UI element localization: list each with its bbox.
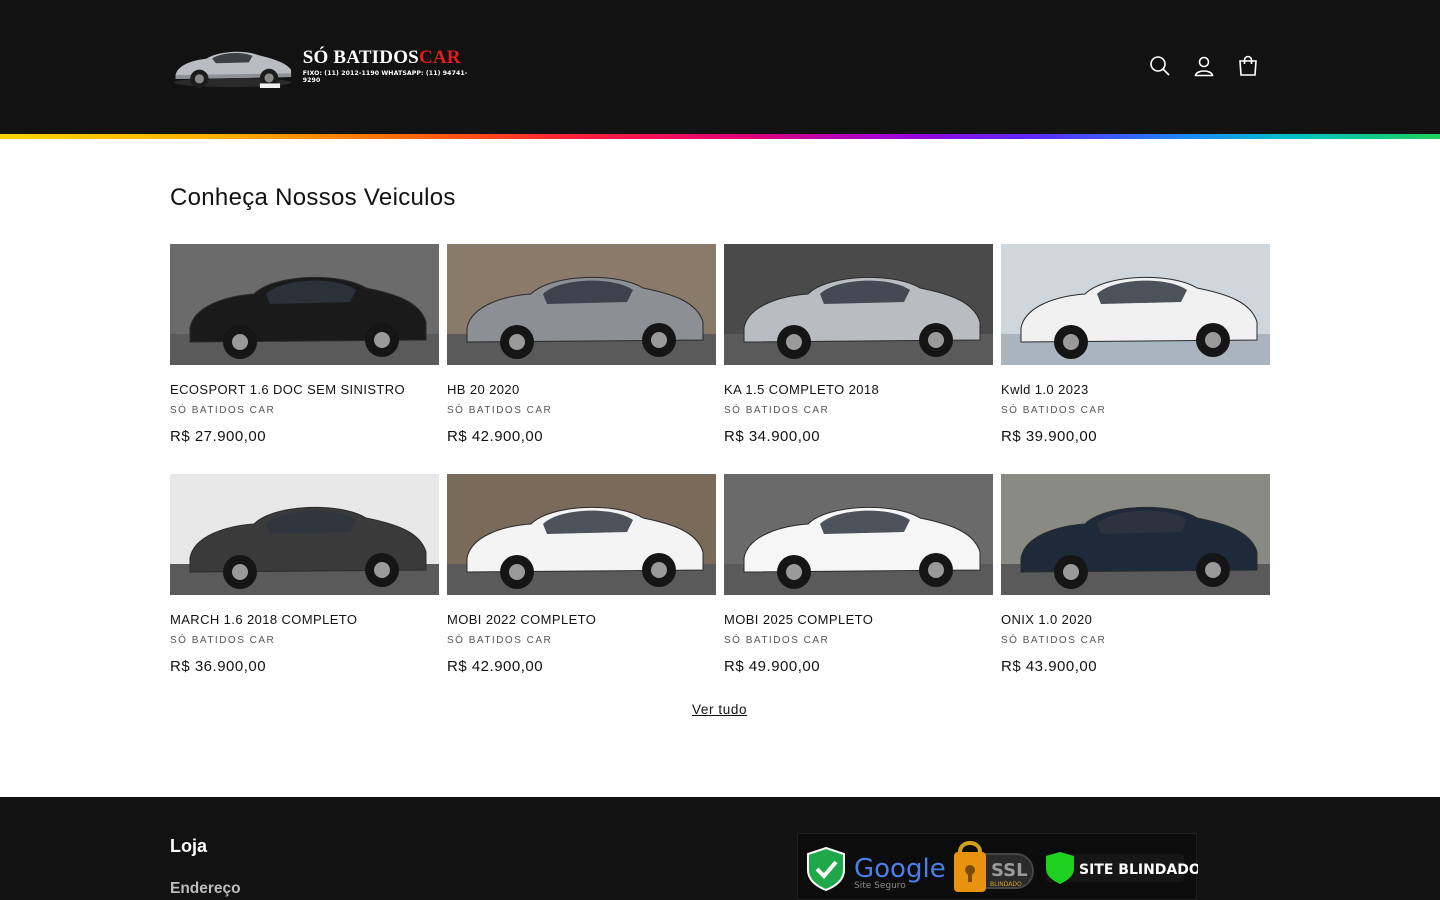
sports-car-logo-icon — [173, 51, 292, 89]
security-seals: Google Site Seguro SSL BLINDADO SITE BLI… — [797, 833, 1201, 900]
store-logo[interactable]: SÓ BATIDOSCAR FIXO: (11) 2012-1190 WHATS… — [170, 38, 470, 94]
svg-text:Site Seguro: Site Seguro — [854, 881, 906, 891]
product-image[interactable] — [170, 474, 439, 595]
product-card[interactable]: Kwld 1.0 2023 SÓ BATIDOS CAR R$ 39.900,00 — [1001, 244, 1270, 474]
product-card[interactable]: ONIX 1.0 2020 SÓ BATIDOS CAR R$ 43.900,00 — [1001, 474, 1270, 704]
product-title[interactable]: KA 1.5 COMPLETO 2018 — [724, 382, 879, 397]
product-price: R$ 34.900,00 — [724, 428, 821, 445]
product-price: R$ 42.900,00 — [447, 658, 544, 675]
product-price: R$ 39.900,00 — [1001, 428, 1098, 445]
product-image[interactable] — [1001, 474, 1270, 595]
product-price: R$ 27.900,00 — [170, 428, 267, 445]
product-image[interactable] — [724, 474, 993, 595]
site-blindado-seal-icon: SITE BLINDADO — [1046, 852, 1201, 884]
product-vendor: SÓ BATIDOS CAR — [170, 405, 276, 416]
ssl-seal-icon: SSL BLINDADO — [954, 841, 1034, 892]
product-image[interactable] — [170, 244, 439, 365]
search-button[interactable] — [1138, 44, 1182, 88]
section-title: Conheça Nossos Veiculos — [170, 184, 456, 211]
svg-text:Google: Google — [854, 854, 946, 884]
product-grid: ECOSPORT 1.6 DOC SEM SINISTRO SÓ BATIDOS … — [170, 244, 1270, 704]
logo-contact: FIXO: (11) 2012-1190 WHATSAPP: (11) 9474… — [302, 70, 468, 84]
product-card[interactable]: ECOSPORT 1.6 DOC SEM SINISTRO SÓ BATIDOS … — [170, 244, 439, 474]
product-card[interactable]: HB 20 2020 SÓ BATIDOS CAR R$ 42.900,00 — [447, 244, 716, 474]
product-title[interactable]: HB 20 2020 — [447, 382, 520, 397]
product-vendor: SÓ BATIDOS CAR — [724, 635, 830, 646]
account-icon — [1194, 56, 1214, 77]
view-all-link[interactable]: Ver tudo — [692, 702, 747, 717]
logo-title: SÓ BATIDOSCAR — [302, 47, 461, 68]
product-price: R$ 36.900,00 — [170, 658, 267, 675]
rainbow-divider — [0, 134, 1440, 139]
product-vendor: SÓ BATIDOS CAR — [170, 635, 276, 646]
cart-button[interactable] — [1226, 44, 1270, 88]
product-image[interactable] — [1001, 244, 1270, 365]
product-image[interactable] — [724, 244, 993, 365]
product-vendor: SÓ BATIDOS CAR — [447, 405, 553, 416]
header-actions — [1138, 44, 1270, 88]
product-card[interactable]: MOBI 2025 COMPLETO SÓ BATIDOS CAR R$ 49.90… — [724, 474, 993, 704]
product-title[interactable]: ONIX 1.0 2020 — [1001, 612, 1092, 627]
google-seal-icon: Google Site Seguro — [807, 846, 946, 892]
product-price: R$ 43.900,00 — [1001, 658, 1098, 675]
account-button[interactable] — [1182, 44, 1226, 88]
product-card[interactable]: MOBI 2022 COMPLETO SÓ BATIDOS CAR R$ 42.90… — [447, 474, 716, 704]
search-icon — [1150, 56, 1170, 76]
product-card[interactable]: KA 1.5 COMPLETO 2018 SÓ BATIDOS CAR R$ 34.… — [724, 244, 993, 474]
svg-text:SITE BLINDADO: SITE BLINDADO — [1079, 862, 1198, 878]
product-vendor: SÓ BATIDOS CAR — [1001, 635, 1107, 646]
cart-icon — [1239, 55, 1257, 76]
product-title[interactable]: MARCH 1.6 2018 COMPLETO — [170, 612, 357, 627]
product-price: R$ 42.900,00 — [447, 428, 544, 445]
svg-text:BLINDADO: BLINDADO — [990, 881, 1022, 888]
logo-text-block: SÓ BATIDOSCAR FIXO: (11) 2012-1190 WHATS… — [302, 47, 470, 85]
product-title[interactable]: ECOSPORT 1.6 DOC SEM SINISTRO — [170, 382, 405, 397]
product-image[interactable] — [447, 244, 716, 365]
site-header: SÓ BATIDOSCAR FIXO: (11) 2012-1190 WHATS… — [0, 0, 1440, 134]
product-title[interactable]: Kwld 1.0 2023 — [1001, 382, 1089, 397]
product-vendor: SÓ BATIDOS CAR — [447, 635, 553, 646]
product-title[interactable]: MOBI 2025 COMPLETO — [724, 612, 873, 627]
product-price: R$ 49.900,00 — [724, 658, 821, 675]
product-title[interactable]: MOBI 2022 COMPLETO — [447, 612, 596, 627]
product-image[interactable] — [447, 474, 716, 595]
svg-text:SSL: SSL — [991, 860, 1028, 881]
footer-heading: Loja — [170, 836, 208, 856]
product-card[interactable]: MARCH 1.6 2018 COMPLETO SÓ BATIDOS CAR R$ … — [170, 474, 439, 704]
product-vendor: SÓ BATIDOS CAR — [724, 405, 830, 416]
product-vendor: SÓ BATIDOS CAR — [1001, 405, 1107, 416]
footer-link-address[interactable]: Endereço — [170, 880, 241, 898]
